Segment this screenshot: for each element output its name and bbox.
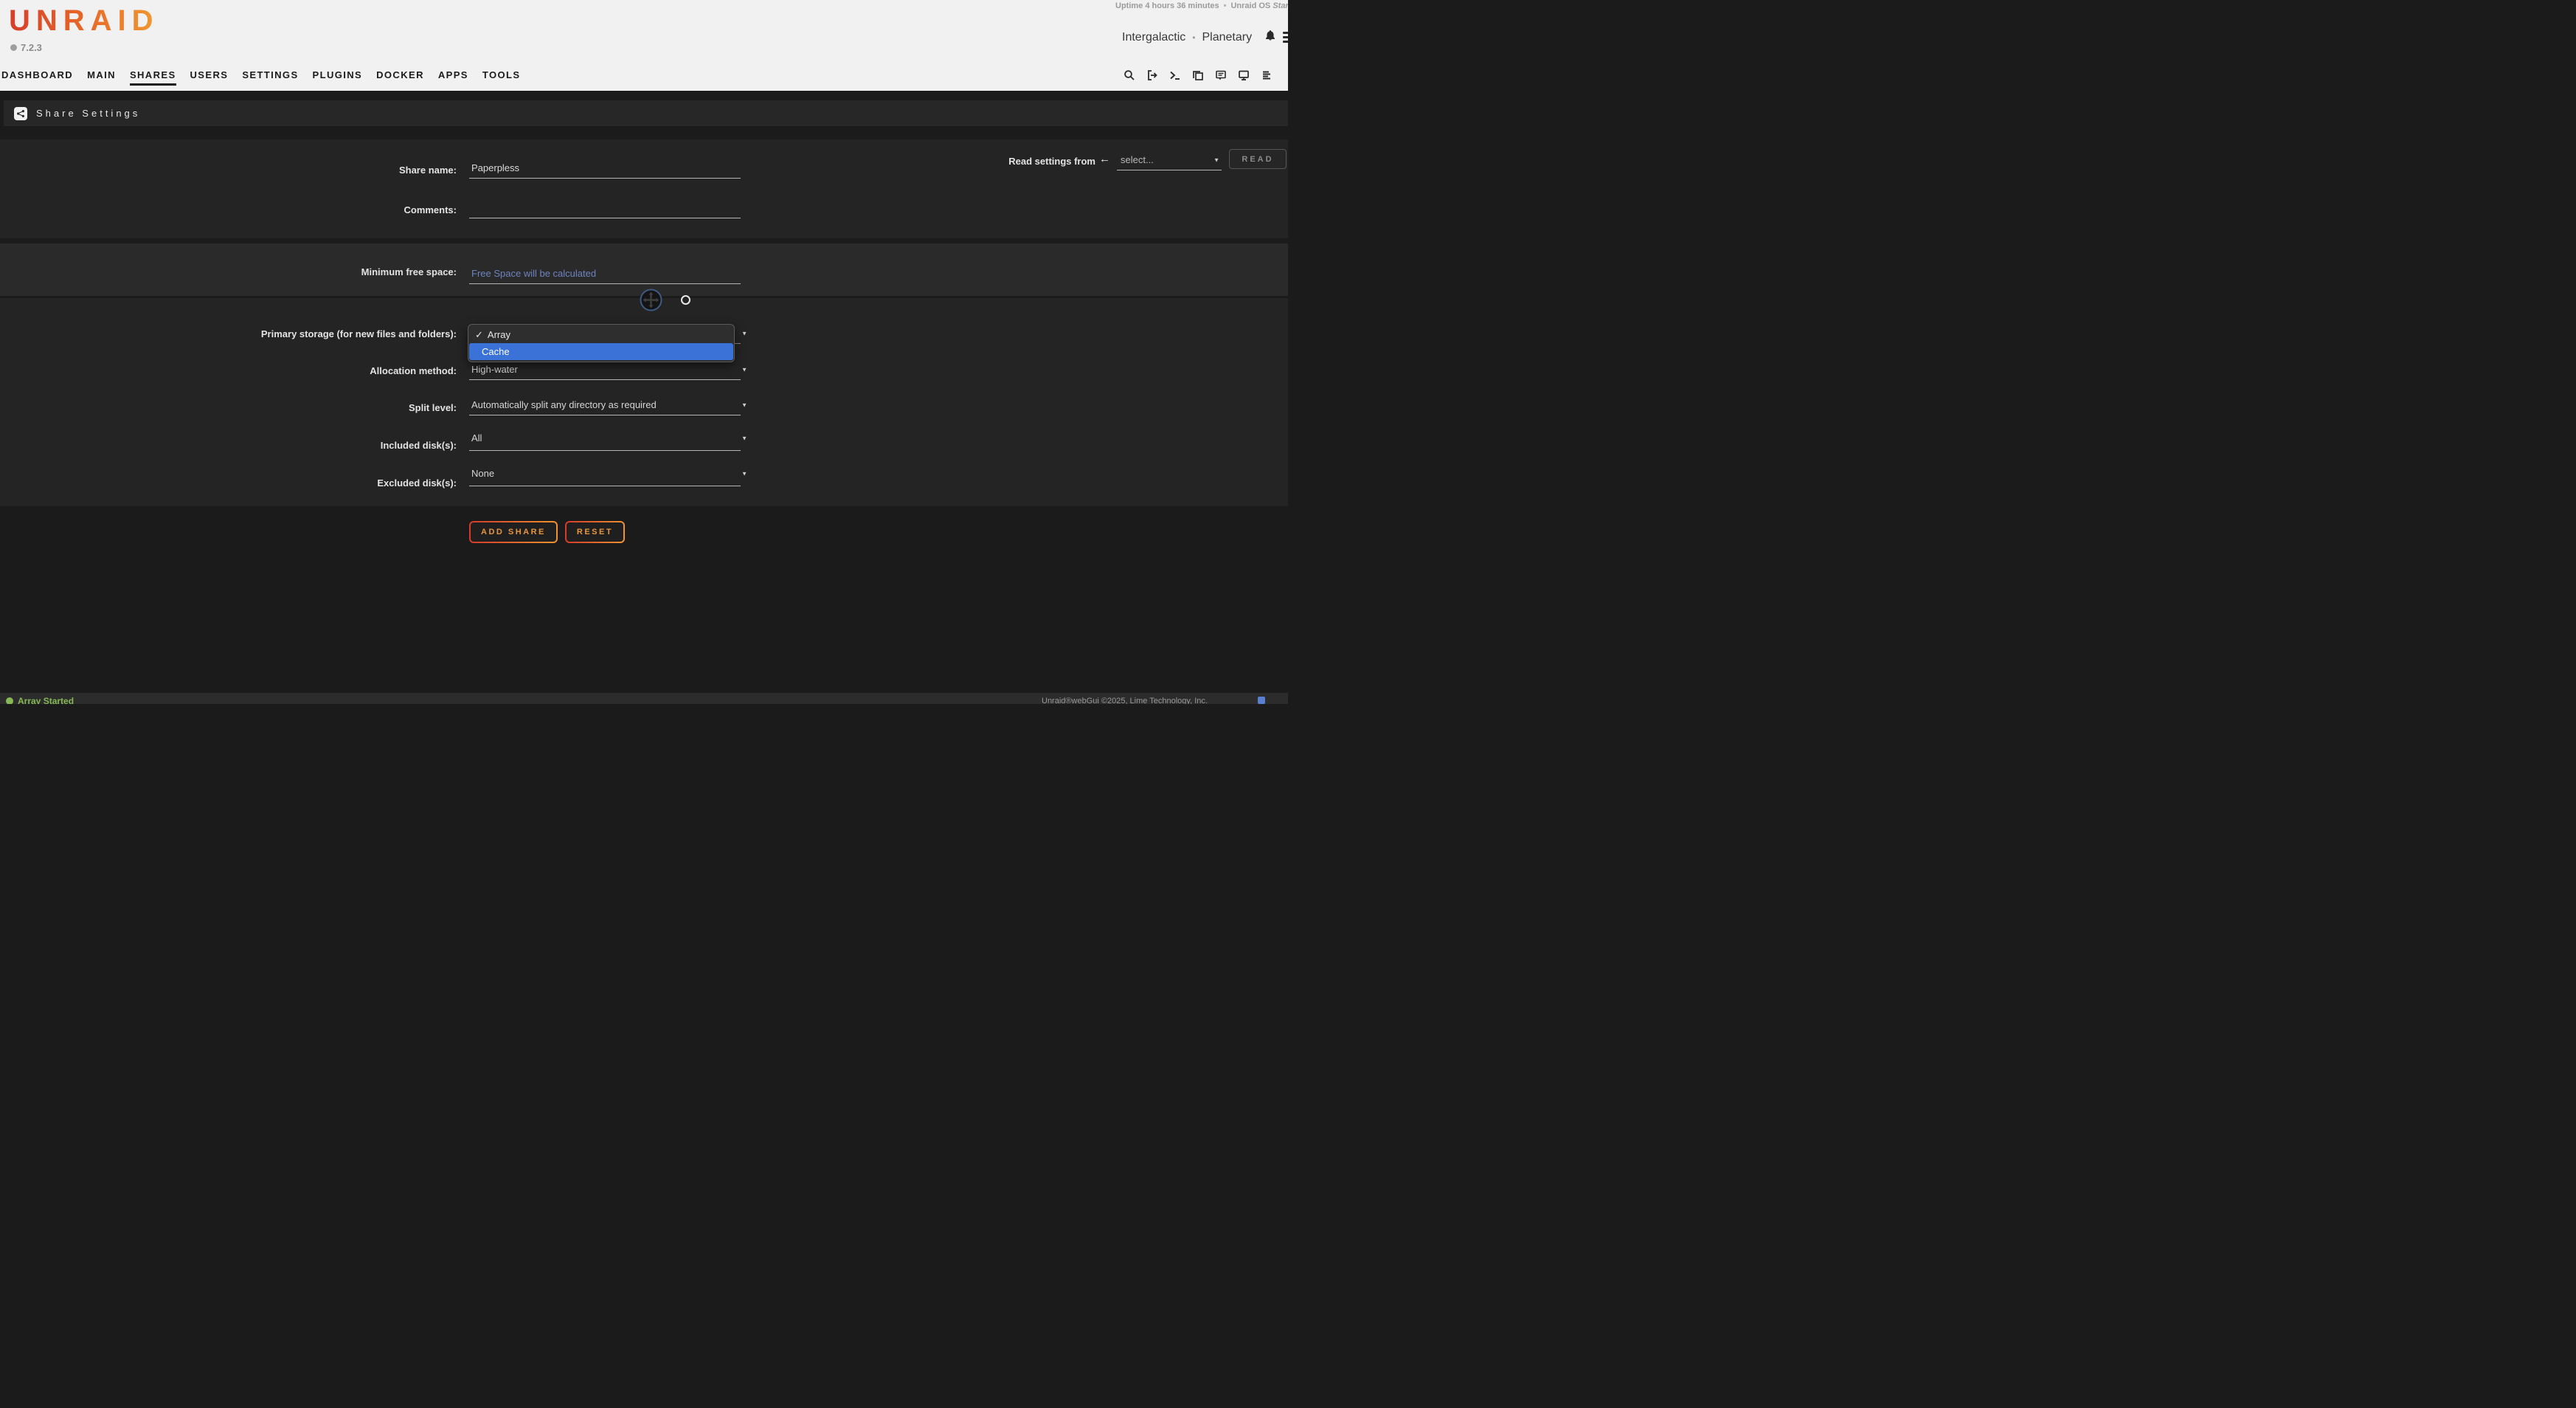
toolbar-icons <box>1123 69 1288 81</box>
move-cursor-icon <box>640 289 662 315</box>
dropdown-option-cache[interactable]: Cache <box>469 343 733 360</box>
log-icon[interactable] <box>1261 69 1273 81</box>
dropdown-caret-icon: ▼ <box>741 435 747 442</box>
terminal-icon[interactable] <box>1169 69 1181 81</box>
read-button[interactable]: READ <box>1229 149 1287 169</box>
share-name-input[interactable] <box>469 158 741 178</box>
theme-moon-icon[interactable] <box>1284 69 1288 81</box>
dropdown-caret-icon: ▼ <box>1213 156 1219 163</box>
nav-item-tools[interactable]: TOOLS <box>482 69 521 86</box>
display-settings-icon[interactable] <box>1238 69 1250 81</box>
version-badge: 7.2.3 <box>10 42 42 53</box>
included-disks-select[interactable]: All ▼ <box>469 430 741 451</box>
page-title-bar: Share Settings <box>4 100 1288 126</box>
nav-item-apps[interactable]: APPS <box>438 69 468 86</box>
nav-item-docker[interactable]: DOCKER <box>376 69 424 86</box>
read-settings-select-value: select... <box>1117 150 1222 170</box>
primary-storage-label: Primary storage (for new files and folde… <box>0 328 457 340</box>
min-free-space-field <box>469 263 741 284</box>
menu-hamburger-icon[interactable] <box>1283 30 1288 45</box>
allocation-method-select[interactable]: High-water ▼ <box>469 359 741 380</box>
dropdown-caret-icon: ▼ <box>741 401 747 408</box>
server-identity: Intergalactic • Planetary <box>1122 30 1288 45</box>
dropdown-caret-icon: ▼ <box>741 366 747 373</box>
share-icon[interactable] <box>14 107 27 120</box>
form-actions: ADD SHARE RESET <box>469 521 625 543</box>
uptime-text: Uptime 4 hours 36 minutes <box>1115 1 1219 10</box>
arrow-left-icon: ← <box>1099 153 1110 165</box>
array-status[interactable]: Array Started <box>6 696 74 704</box>
excluded-disks-label: Excluded disk(s): <box>0 477 457 489</box>
add-share-button[interactable]: ADD SHARE <box>469 521 558 543</box>
split-level-label: Split level: <box>0 402 457 414</box>
logout-icon[interactable] <box>1146 69 1158 81</box>
feedback-chat-icon[interactable] <box>1215 69 1227 81</box>
copyright-text: Unraid®webGui ©2025, Lime Technology, In… <box>1042 697 1208 704</box>
check-icon: ✓ <box>475 329 483 340</box>
uptime-line: Uptime 4 hours 36 minutes •Unraid OS Star… <box>1115 1 1288 10</box>
share-name-label: Share name: <box>0 165 457 176</box>
server-name[interactable]: Intergalactic <box>1122 31 1185 44</box>
included-disks-value: All <box>469 430 741 446</box>
version-icon <box>10 44 17 51</box>
nav-item-users[interactable]: USERS <box>190 69 229 86</box>
included-disks-label: Included disk(s): <box>0 440 457 452</box>
pointer-ring-icon <box>681 295 690 305</box>
share-settings-page: Share Settings Share name: Read settings… <box>0 91 1288 693</box>
separator: • <box>1192 32 1195 43</box>
allocation-method-value: High-water <box>469 359 741 380</box>
comments-label: Comments: <box>0 204 457 216</box>
nav-item-settings[interactable]: SETTINGS <box>242 69 298 86</box>
nav-item-shares[interactable]: SHARES <box>130 69 176 86</box>
nav-item-dashboard[interactable]: DASHBOARD <box>1 69 73 86</box>
primary-storage-dropdown: ✓Array Cache <box>468 324 735 362</box>
copy-icon[interactable] <box>1192 69 1204 81</box>
unraid-logo: UNRAID <box>9 4 159 38</box>
reset-button[interactable]: RESET <box>565 521 625 543</box>
footer: Array Started Unraid®webGui ©2025, Lime … <box>0 693 1288 704</box>
min-free-space-input[interactable] <box>469 263 741 283</box>
os-name: Unraid OS <box>1230 1 1270 10</box>
screen: UNRAID 7.2.3 Uptime 4 hours 36 minutes•U… <box>0 0 1288 704</box>
share-name-field <box>469 158 741 179</box>
allocation-method-label: Allocation method: <box>0 365 457 377</box>
dropdown-caret-icon: ▼ <box>741 471 747 477</box>
os-plan: Starter <box>1273 1 1288 10</box>
separator: • <box>1224 1 1227 10</box>
read-settings-label: Read settings from <box>944 156 1095 167</box>
main-nav: DASHBOARD MAIN SHARES USERS SETTINGS PLU… <box>1 69 520 86</box>
array-status-icon <box>6 697 13 704</box>
notifications-bell-icon[interactable] <box>1264 30 1276 45</box>
language-flag-icon[interactable] <box>1258 697 1265 704</box>
dropdown-caret-icon: ▼ <box>741 330 747 337</box>
version-number: 7.2.3 <box>21 42 42 53</box>
excluded-disks-value: None <box>469 466 741 482</box>
page-title: Share Settings <box>36 108 140 119</box>
dropdown-option-array[interactable]: ✓Array <box>469 326 733 343</box>
server-description: Planetary <box>1202 31 1252 44</box>
min-free-space-label: Minimum free space: <box>0 266 457 278</box>
excluded-disks-select[interactable]: None ▼ <box>469 466 741 486</box>
comments-input[interactable] <box>469 198 741 218</box>
split-level-select[interactable]: Automatically split any directory as req… <box>469 395 741 415</box>
read-settings-select[interactable]: select... ▼ <box>1117 150 1222 170</box>
split-level-value: Automatically split any directory as req… <box>469 395 741 415</box>
search-icon[interactable] <box>1123 69 1135 81</box>
nav-item-main[interactable]: MAIN <box>87 69 116 86</box>
header: UNRAID 7.2.3 Uptime 4 hours 36 minutes•U… <box>0 0 1288 91</box>
nav-item-plugins[interactable]: PLUGINS <box>313 69 363 86</box>
section-identity <box>0 139 1288 238</box>
array-status-text: Array Started <box>18 696 74 704</box>
comments-field <box>469 198 741 218</box>
